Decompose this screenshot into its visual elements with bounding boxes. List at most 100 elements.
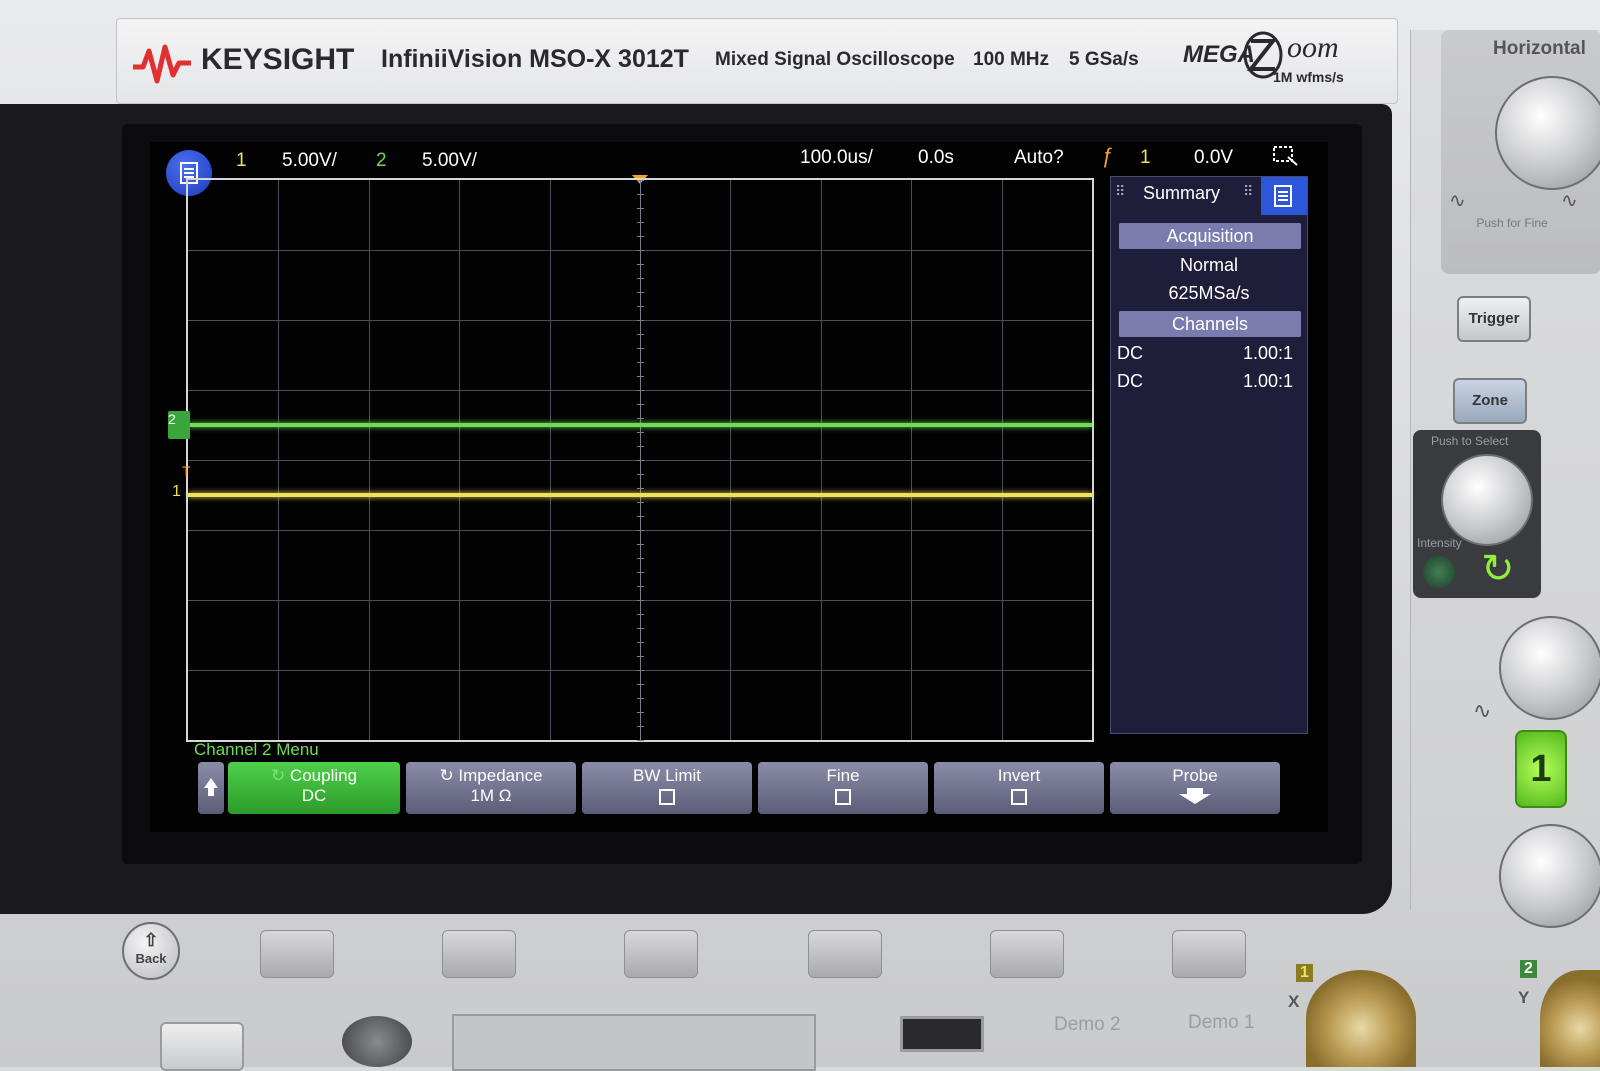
trigger-mode[interactable]: Auto?	[1014, 147, 1064, 169]
center-axis-tick	[637, 684, 644, 685]
entry-knob[interactable]	[1441, 454, 1533, 546]
probe-softkey[interactable]: Probe	[1110, 762, 1280, 814]
vertical-position-knob[interactable]	[1499, 824, 1600, 928]
demo1-label: Demo 1	[1188, 1012, 1255, 1033]
back-button[interactable]: ⇧ Back	[122, 922, 180, 980]
impedance-softkey[interactable]: ↻ Impedance 1M Ω	[406, 762, 576, 814]
vertical-scale-knob[interactable]	[1499, 616, 1600, 720]
center-axis-tick	[637, 236, 644, 237]
menu-list-icon	[1274, 185, 1292, 207]
samplerate-spec: 5 GSa/s	[1069, 49, 1139, 70]
ch1-number[interactable]: 1	[236, 150, 247, 172]
center-axis-tick	[637, 740, 644, 741]
ch2-ground-marker[interactable]: 2	[168, 411, 190, 439]
ch2-number[interactable]: 2	[376, 150, 387, 172]
menu-title: Channel 2 Menu	[194, 740, 319, 759]
hardware-softkey-4[interactable]	[808, 930, 882, 978]
center-axis-tick	[637, 376, 644, 377]
drag-handle-icon[interactable]: ⠿	[1243, 183, 1253, 200]
center-axis-tick	[637, 572, 644, 573]
probe-label: Probe	[1172, 766, 1218, 785]
center-axis-tick	[637, 586, 644, 587]
fine-checkbox[interactable]	[835, 789, 851, 805]
front-slot	[452, 1014, 816, 1071]
softkey-menu-bar: Channel 2 Menu ↻ Coupling DC ↻ Impedance…	[190, 740, 1290, 822]
entry-rotate-icon: ↻	[1481, 547, 1515, 591]
x-input-label: X	[1288, 992, 1300, 1011]
ch1-bnc-input[interactable]	[1306, 970, 1416, 1067]
fine-softkey[interactable]: Fine	[758, 762, 928, 814]
ch1-ground-marker[interactable]: 1	[172, 483, 194, 511]
invert-label: Invert	[997, 766, 1041, 785]
ch2-marker-label: 2	[168, 411, 176, 427]
center-axis-tick	[637, 278, 644, 279]
center-axis-tick	[637, 530, 644, 531]
center-axis-tick	[637, 726, 644, 727]
center-axis-tick	[637, 334, 644, 335]
center-axis-tick	[637, 306, 644, 307]
hardware-softkey-2[interactable]	[442, 930, 516, 978]
center-axis-tick	[637, 446, 644, 447]
horizontal-delay[interactable]: 0.0s	[918, 147, 954, 169]
acquisition-rate: 625MSa/s	[1168, 283, 1250, 303]
brand-bar: KEYSIGHT InfiniiVision MSO-X 3012T Mixed…	[116, 18, 1398, 104]
menu-up-button[interactable]	[198, 762, 224, 814]
center-axis-tick	[637, 516, 644, 517]
center-axis-tick	[637, 320, 644, 321]
center-axis-tick	[637, 474, 644, 475]
input2-label: 2	[1520, 960, 1537, 978]
ch2-probe-ratio: 1.00:1	[1243, 371, 1294, 391]
keysight-logo-icon	[133, 44, 191, 84]
trigger-level[interactable]: 0.0V	[1194, 147, 1233, 169]
bw-limit-softkey[interactable]: BW Limit	[582, 762, 752, 814]
bw-limit-checkbox[interactable]	[659, 789, 675, 805]
ch1-coupling: DC	[1117, 343, 1143, 363]
channel1-button[interactable]: 1	[1515, 730, 1567, 808]
trigger-source[interactable]: 1	[1140, 147, 1151, 169]
drag-handle-icon[interactable]: ⠿	[1115, 183, 1125, 200]
hardware-softkey-6[interactable]	[1172, 930, 1246, 978]
horizontal-section-label: Horizontal	[1493, 38, 1586, 59]
summary-title: Summary	[1143, 183, 1221, 203]
trigger-edge-icon: ƒ	[1102, 145, 1114, 168]
ch2-scale[interactable]: 5.00V/	[422, 150, 477, 172]
power-button[interactable]	[160, 1022, 244, 1071]
rotate-icon: ↻	[439, 766, 459, 785]
invert-checkbox[interactable]	[1011, 789, 1027, 805]
horizontal-scale-knob[interactable]	[1495, 76, 1600, 190]
push-to-select-label: Push to Select	[1431, 434, 1509, 448]
usb-port[interactable]	[900, 1016, 984, 1052]
timebase-scale[interactable]: 100.0us/	[800, 147, 873, 169]
hardware-softkey-5[interactable]	[990, 930, 1064, 978]
hardware-softkey-1[interactable]	[260, 930, 334, 978]
wave-icon: ∿	[1473, 698, 1492, 723]
center-axis-tick	[637, 642, 644, 643]
ch2-coupling: DC	[1117, 371, 1143, 391]
intensity-label: Intensity	[1417, 536, 1462, 550]
center-axis-tick	[637, 264, 644, 265]
zone-button[interactable]: Zone	[1453, 378, 1527, 424]
megazoom-subtext: 1M wfms/s	[1273, 69, 1344, 85]
zoom-select-icon[interactable]	[1272, 144, 1300, 168]
center-axis-tick	[637, 502, 644, 503]
input1-label: 1	[1296, 964, 1313, 982]
acquisition-header[interactable]: Acquisition	[1119, 223, 1301, 249]
hardware-softkey-3[interactable]	[624, 930, 698, 978]
invert-softkey[interactable]: Invert	[934, 762, 1104, 814]
ch2-waveform-trace	[188, 423, 1092, 427]
summary-menu-button[interactable]	[1261, 177, 1307, 215]
center-axis-tick	[637, 628, 644, 629]
brand-logo-text: KEYSIGHT	[201, 43, 355, 76]
channels-header[interactable]: Channels	[1119, 311, 1301, 337]
coupling-softkey[interactable]: ↻ Coupling DC	[228, 762, 400, 814]
impedance-value: 1M Ω	[470, 786, 512, 805]
front-control-panel: Horizontal ∿ ∿ Push for Fine Trigger Zon…	[1410, 30, 1600, 928]
waveform-graticule[interactable]	[186, 178, 1094, 742]
center-axis-tick	[637, 362, 644, 363]
center-axis-tick	[637, 432, 644, 433]
back-arrow-icon: ⇧	[143, 930, 159, 950]
trigger-level-marker[interactable]: T	[182, 463, 191, 479]
trigger-button[interactable]: Trigger	[1457, 296, 1531, 342]
demo2-label: Demo 2	[1054, 1014, 1121, 1035]
ch1-scale[interactable]: 5.00V/	[282, 150, 337, 172]
